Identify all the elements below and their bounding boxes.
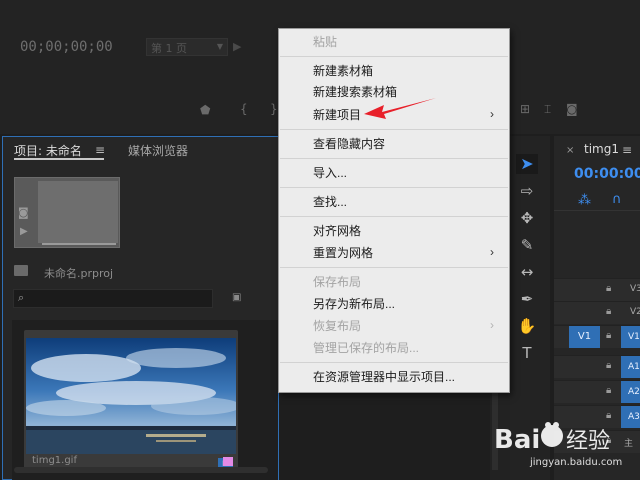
lock-icon[interactable]: 🔒︎ bbox=[606, 306, 611, 317]
play-icon[interactable]: ▶ bbox=[233, 40, 241, 53]
menu-separator bbox=[280, 362, 508, 363]
search-input[interactable] bbox=[13, 289, 213, 308]
timeline-timecode[interactable]: 00:00:00 bbox=[574, 166, 640, 182]
watermark-url: jingyan.baidu.com bbox=[530, 457, 623, 468]
close-icon[interactable]: × bbox=[566, 145, 574, 156]
snap-icon[interactable]: ⁂ bbox=[578, 193, 591, 208]
sky-landscape-image bbox=[26, 338, 236, 454]
chevron-down-icon: ▼ bbox=[216, 42, 223, 51]
clip-thumbnail[interactable] bbox=[26, 338, 236, 454]
tab-timeline[interactable]: timg1 bbox=[584, 142, 619, 156]
menu-separator bbox=[280, 56, 508, 57]
menu-separator bbox=[280, 267, 508, 268]
new-search-bin-icon[interactable]: ▣ bbox=[232, 292, 241, 303]
menu-item-find[interactable]: 查找... bbox=[313, 192, 347, 212]
clip-label-color[interactable] bbox=[223, 457, 233, 466]
project-filename: 未命名.prproj bbox=[44, 267, 114, 280]
extract-icon[interactable]: ⌶ bbox=[544, 102, 551, 117]
track-label-v2: V2 bbox=[630, 307, 640, 317]
lift-icon[interactable]: ⊞ bbox=[520, 102, 530, 116]
menu-separator bbox=[280, 158, 508, 159]
red-arrow-annotation bbox=[364, 98, 436, 119]
tab-project[interactable]: 项目: 未命名 bbox=[14, 142, 82, 159]
divider bbox=[554, 210, 640, 211]
track-target-v1[interactable]: V1 bbox=[621, 326, 640, 348]
linked-selection-icon[interactable]: ∩ bbox=[612, 192, 622, 207]
play-icon[interactable]: ▶ bbox=[20, 226, 28, 237]
menu-item-view-hidden[interactable]: 查看隐藏内容 bbox=[313, 134, 385, 154]
program-timecode[interactable]: 00;00;00;00 bbox=[20, 39, 113, 55]
menu-separator bbox=[280, 216, 508, 217]
submenu-arrow-icon: › bbox=[490, 107, 494, 121]
menu-item-restore-layout[interactable]: 恢复布局 bbox=[313, 316, 361, 336]
menu-item-new-item[interactable]: 新建项目 bbox=[313, 105, 361, 125]
svg-text:Bai: Bai bbox=[494, 425, 540, 455]
track-row-v2[interactable] bbox=[554, 301, 640, 324]
panel-menu-icon[interactable]: ≡ bbox=[95, 143, 105, 157]
svg-text:经验: 经验 bbox=[566, 429, 610, 454]
clip-name: timg1.gif bbox=[32, 455, 77, 466]
menu-item-reveal-in-explorer[interactable]: 在资源管理器中显示项目... bbox=[313, 367, 455, 387]
page-select-value: 第 1 页 bbox=[151, 42, 187, 55]
preview-scrubber[interactable] bbox=[42, 243, 116, 245]
menu-separator bbox=[280, 129, 508, 130]
track-row-v3[interactable] bbox=[554, 278, 640, 301]
menu-item-import[interactable]: 导入... bbox=[313, 163, 347, 183]
submenu-arrow-icon: › bbox=[490, 318, 494, 332]
context-menu: 粘贴 新建素材箱 新建搜索素材箱 新建项目 › 查看隐藏内容 导入... 查找.… bbox=[278, 28, 510, 393]
menu-item-paste[interactable]: 粘贴 bbox=[313, 32, 337, 52]
out-point-icon[interactable]: } bbox=[270, 102, 278, 116]
menu-item-save-layout[interactable]: 保存布局 bbox=[313, 272, 361, 292]
lock-icon[interactable]: 🔒︎ bbox=[606, 283, 611, 294]
horizontal-scrollbar[interactable] bbox=[14, 467, 268, 473]
menu-item-reset-grid[interactable]: 重置为网格 bbox=[313, 243, 373, 263]
search-icon: ⌕ bbox=[18, 291, 25, 304]
panel-menu-icon[interactable]: ≡ bbox=[622, 143, 632, 157]
track-label-v3: V3 bbox=[630, 284, 640, 294]
lock-icon[interactable]: 🔒︎ bbox=[606, 360, 611, 371]
lock-icon[interactable]: 🔒︎ bbox=[606, 330, 611, 341]
track-target-a1[interactable]: A1 bbox=[621, 356, 640, 378]
camera-icon[interactable]: ◙ bbox=[18, 206, 29, 219]
camera-icon[interactable]: ◙ bbox=[566, 102, 578, 116]
menu-separator bbox=[280, 187, 508, 188]
menu-item-save-as-new-layout[interactable]: 另存为新布局... bbox=[313, 294, 395, 314]
track-select-tool-icon[interactable]: ⇨ bbox=[516, 181, 538, 201]
selection-tool-icon[interactable]: ➤ bbox=[516, 154, 538, 174]
razor-tool-icon[interactable]: ✎ bbox=[516, 235, 538, 255]
tab-media-browser[interactable]: 媒体浏览器 bbox=[128, 142, 188, 159]
active-tab-indicator bbox=[14, 158, 104, 160]
marker-icon[interactable]: ⬟ bbox=[200, 103, 210, 117]
menu-item-align-grid[interactable]: 对齐网格 bbox=[313, 221, 361, 241]
lock-icon[interactable]: 🔒︎ bbox=[606, 385, 611, 396]
menu-item-new-bin[interactable]: 新建素材箱 bbox=[313, 61, 373, 81]
hand-tool-icon[interactable]: ✋ bbox=[516, 316, 538, 336]
submenu-arrow-icon: › bbox=[490, 245, 494, 259]
project-bin-icon bbox=[14, 265, 28, 276]
ripple-edit-tool-icon[interactable]: ✥ bbox=[516, 208, 538, 228]
menu-item-manage-layouts[interactable]: 管理已保存的布局... bbox=[313, 338, 419, 358]
preview-image bbox=[38, 181, 118, 243]
source-patch-v1[interactable]: V1 bbox=[569, 326, 600, 348]
page-select[interactable]: 第 1 页 ▼ bbox=[146, 38, 228, 56]
pen-tool-icon[interactable]: ✒ bbox=[516, 289, 538, 309]
type-tool-icon[interactable]: T bbox=[516, 343, 538, 363]
in-point-icon[interactable]: { bbox=[240, 102, 248, 116]
slip-tool-icon[interactable]: ↔ bbox=[516, 262, 538, 282]
